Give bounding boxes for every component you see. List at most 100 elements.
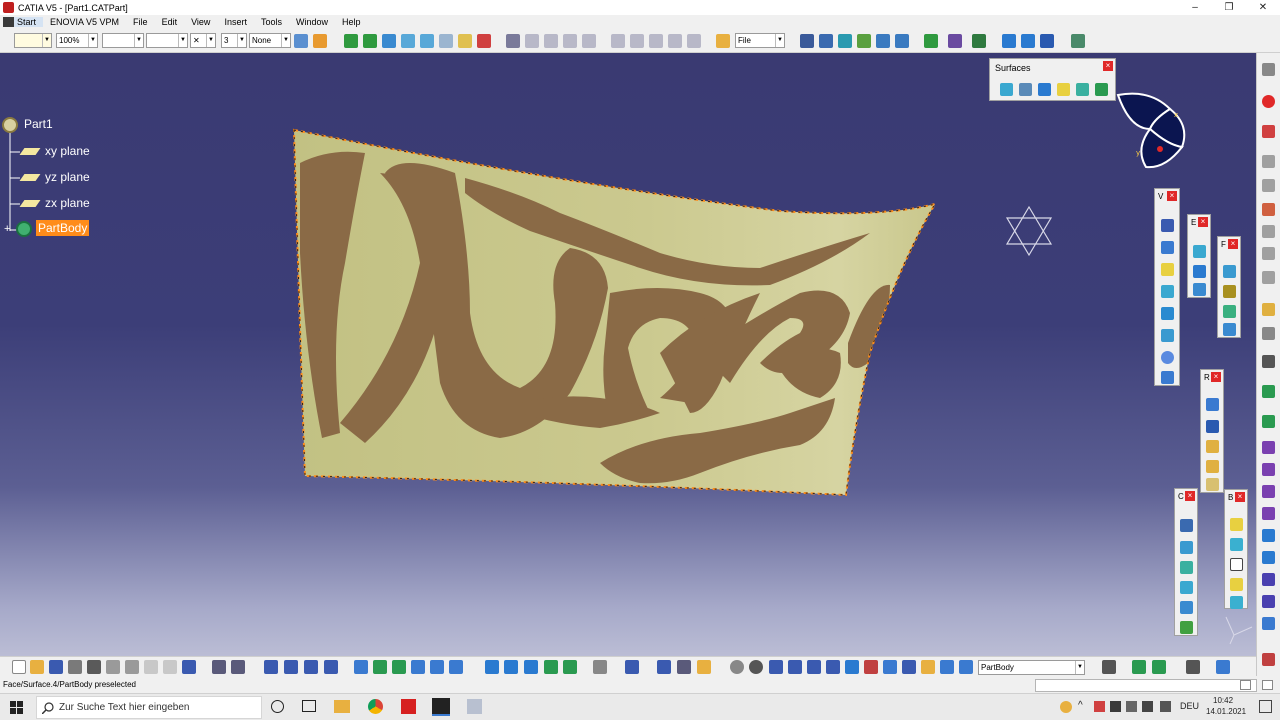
axis-icon[interactable] <box>769 660 783 674</box>
boundary-icon[interactable] <box>1180 581 1193 594</box>
close-window-button[interactable]: ✕ <box>1246 2 1280 13</box>
point-symbol-select[interactable]: ✕ ▼ <box>190 33 216 48</box>
parallel-curve-icon[interactable] <box>1161 329 1174 342</box>
center-icon[interactable] <box>373 660 387 674</box>
zoom-out-icon[interactable] <box>449 660 463 674</box>
clock-date[interactable]: 14.01.2021 <box>1206 707 1246 716</box>
windows-start-icon[interactable] <box>10 701 23 714</box>
layers-icon[interactable] <box>264 660 278 674</box>
properties-icon[interactable] <box>313 34 327 48</box>
slot-icon[interactable] <box>1262 355 1275 368</box>
layer-select[interactable]: None ▼ <box>249 33 291 48</box>
operations-toolbar[interactable]: C × <box>1174 488 1198 636</box>
edge-fillet-icon[interactable] <box>1223 285 1236 298</box>
shading-icon[interactable] <box>524 660 538 674</box>
fill-surface-icon[interactable] <box>1095 83 1108 96</box>
measure-icon[interactable] <box>525 34 539 48</box>
dimension-icon[interactable] <box>902 660 916 674</box>
point-icon[interactable] <box>401 34 415 48</box>
object-repetition-icon[interactable] <box>1206 440 1219 453</box>
sphere-surface-icon[interactable] <box>1038 83 1051 96</box>
close-icon[interactable]: × <box>1228 239 1238 249</box>
rotate-icon[interactable] <box>363 34 377 48</box>
zoom-in-icon[interactable] <box>430 660 444 674</box>
folder-icon[interactable] <box>716 34 730 48</box>
extrude-surface-icon[interactable] <box>1000 83 1013 96</box>
move-icon[interactable] <box>392 660 406 674</box>
zoom-out-icon[interactable] <box>895 34 909 48</box>
restore-panel-icon[interactable] <box>1240 680 1251 690</box>
draft-icon[interactable] <box>1262 415 1275 428</box>
swap-space-icon[interactable] <box>563 660 577 674</box>
close-icon[interactable]: × <box>1103 61 1113 71</box>
swap-icon[interactable] <box>972 34 986 48</box>
comment-icon[interactable] <box>231 660 245 674</box>
chrome-icon[interactable] <box>368 699 383 714</box>
close-panel-icon[interactable] <box>1262 680 1273 690</box>
compass-widget[interactable]: x y <box>1110 89 1190 175</box>
help-icon[interactable] <box>1040 34 1054 48</box>
extract-icon[interactable] <box>1180 601 1193 614</box>
notepad-icon[interactable] <box>467 699 482 714</box>
whats-this-icon[interactable] <box>182 660 196 674</box>
knowledge-icon[interactable] <box>582 34 596 48</box>
fly-icon[interactable] <box>324 660 338 674</box>
analysis-icon[interactable] <box>506 34 520 48</box>
revolve-surface-icon[interactable] <box>1019 83 1032 96</box>
sphere-icon[interactable] <box>1193 283 1206 296</box>
align-icon[interactable] <box>826 660 840 674</box>
formula-icon[interactable] <box>212 660 226 674</box>
line-icon[interactable] <box>420 34 434 48</box>
annotation-icon[interactable] <box>921 660 935 674</box>
restore-button[interactable]: ❐ <box>1212 2 1246 13</box>
help-tray-icon[interactable] <box>1060 701 1072 713</box>
menu-tools[interactable]: Tools <box>254 17 289 27</box>
intersection-icon[interactable] <box>477 34 491 48</box>
inertia-icon[interactable] <box>697 660 711 674</box>
measure-between-icon[interactable] <box>657 660 671 674</box>
cursor-icon[interactable] <box>749 660 763 674</box>
color-select[interactable]: ▼ <box>14 33 52 48</box>
translate-icon[interactable] <box>1206 398 1219 411</box>
zoom-in-icon[interactable] <box>876 34 890 48</box>
spline-icon[interactable] <box>819 34 833 48</box>
cut-icon[interactable] <box>87 660 101 674</box>
menu-insert[interactable]: Insert <box>217 17 254 27</box>
define-work-object-icon[interactable] <box>959 660 973 674</box>
points-repetition-icon[interactable] <box>1206 460 1219 473</box>
rotate-view-icon[interactable] <box>411 660 425 674</box>
constraint-icon[interactable] <box>1262 179 1275 192</box>
workbench-icon[interactable] <box>1152 660 1166 674</box>
current-body-select[interactable]: PartBody ▼ <box>978 660 1085 675</box>
intersection-icon[interactable] <box>1161 307 1174 320</box>
file-select[interactable]: File ▼ <box>735 33 785 48</box>
graphic-options-icon[interactable] <box>593 660 607 674</box>
close-icon[interactable]: × <box>1185 491 1195 501</box>
normal-view-icon[interactable] <box>924 34 938 48</box>
filter-icon[interactable] <box>940 660 954 674</box>
camera-icon[interactable] <box>1102 660 1116 674</box>
update-icon[interactable] <box>625 660 639 674</box>
wifi-icon[interactable] <box>1126 701 1137 712</box>
thickness-select[interactable]: ▼ <box>146 33 188 48</box>
exit-workbench-icon[interactable] <box>1262 95 1275 108</box>
file-explorer-icon[interactable] <box>334 700 350 713</box>
mass-icon[interactable] <box>563 34 577 48</box>
add-icon[interactable] <box>1230 578 1243 591</box>
plane-icon[interactable] <box>439 34 453 48</box>
snap-icon[interactable] <box>788 660 802 674</box>
network-tray-icon[interactable] <box>1110 701 1121 712</box>
join-icon[interactable] <box>1180 519 1193 532</box>
offset-surface-icon[interactable] <box>1057 83 1070 96</box>
cortana-icon[interactable] <box>271 700 284 713</box>
sketcher-icon[interactable] <box>1262 63 1275 76</box>
close-surface-icon[interactable] <box>1230 538 1243 551</box>
menu-help[interactable]: Help <box>335 17 368 27</box>
transparency-select[interactable]: 100% ▼ <box>56 33 98 48</box>
taskbar-search-input[interactable]: Zur Suche Text hier eingeben <box>36 696 262 719</box>
line-icon[interactable] <box>1161 241 1174 254</box>
pdf-icon[interactable] <box>1262 125 1275 138</box>
close-icon[interactable]: × <box>1167 191 1177 201</box>
language-indicator[interactable]: DEU <box>1180 701 1199 711</box>
iso-view-icon[interactable] <box>504 660 518 674</box>
